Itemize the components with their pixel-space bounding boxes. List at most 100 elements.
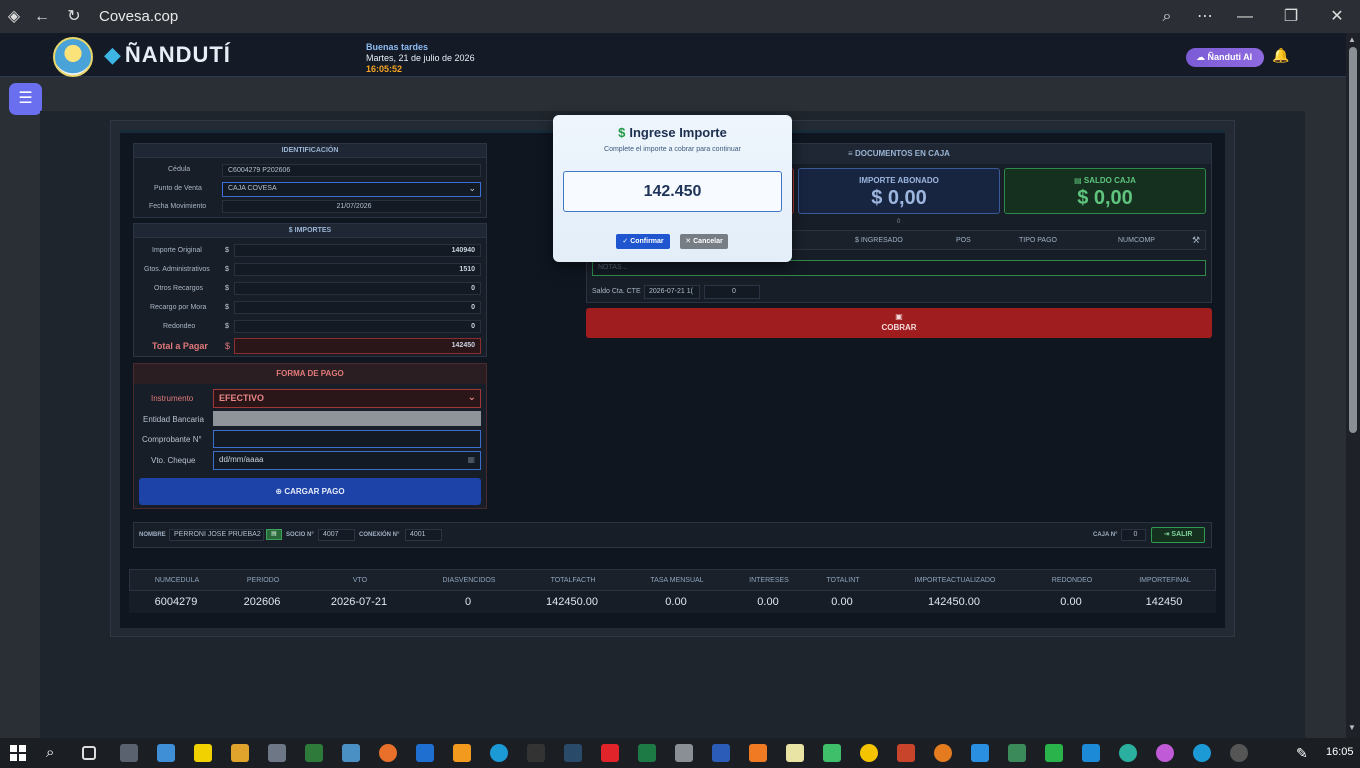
fecha-field[interactable]: 21/07/2026 [222,200,481,213]
outlook-icon[interactable] [416,744,434,762]
reload-icon[interactable]: ↻ [64,7,84,27]
scroll-up-icon[interactable]: ▲ [1348,35,1356,44]
punto-venta-select[interactable]: CAJA COVESA ⌄ [222,182,481,197]
importe-original-field[interactable]: 140940 [234,244,481,257]
app-icon-17[interactable] [1230,744,1248,762]
comprobante-field[interactable] [213,430,481,448]
vscode-icon[interactable] [971,744,989,762]
app-icon-3[interactable] [194,744,212,762]
more-icon[interactable]: ⋯ [1195,7,1215,27]
cancel-button[interactable]: ✕ Cancelar [680,234,728,249]
redondeo-field[interactable]: 0 [234,320,481,333]
gtos-admin-field[interactable]: 1510 [234,263,481,276]
saldo-cte-value-field[interactable]: 0 [704,285,760,299]
maximize-icon[interactable]: ❐ [1281,7,1301,27]
cell-importeactualizado: 142450.00 [928,596,980,608]
edge-icon-2[interactable] [1193,744,1211,762]
entidad-label: Entidad Bancaria [143,415,204,424]
powerpoint-icon[interactable] [897,744,915,762]
app-icon-11[interactable] [860,744,878,762]
currency-symbol: $ [225,247,229,254]
back-icon[interactable]: ← [32,7,52,27]
calendar-icon[interactable]: ▦ [467,452,475,468]
vto-cheque-field[interactable]: dd/mm/aaaa ▦ [213,451,481,470]
confirm-button[interactable]: ✓ Confirmar [616,234,670,249]
importe-abonado-card: IMPORTE ABONADO $ 0,00 [798,168,1000,214]
windows-start-icon[interactable] [10,745,26,761]
cedula-field[interactable]: C6004279 P202606 [222,164,481,177]
bell-icon[interactable]: 🔔 [1272,47,1289,64]
recargo-mora-field[interactable]: 0 [234,301,481,314]
col-ingresado: $ INGRESADO [855,237,903,244]
app-icon-15[interactable] [1119,744,1137,762]
conexion-label: CONEXIÓN N° [359,532,400,538]
entidad-select[interactable] [213,411,481,426]
cobrar-button[interactable]: ▣ COBRAR [586,308,1212,338]
notas-field[interactable]: NOTAS... [592,260,1206,276]
pen-icon[interactable]: ✎ [1296,744,1314,762]
settings-icon[interactable]: ⚒ [1192,235,1200,246]
salir-button[interactable]: ⇥ SALIR [1151,527,1205,543]
file-explorer-icon[interactable] [231,744,249,762]
app-icon-4[interactable] [305,744,323,762]
cash-icon: ▣ [895,312,903,321]
youtube-icon[interactable] [601,744,619,762]
word-icon[interactable] [712,744,730,762]
cell-periodo: 202606 [243,596,281,608]
nombre-field[interactable]: PERRONI JOSE PRUEBA2 [169,529,264,541]
cargar-pago-button[interactable]: ⊕ CARGAR PAGO [139,478,481,505]
cell-importefinal: 142450 [1145,596,1183,608]
notepad-icon[interactable] [786,744,804,762]
otros-recargos-field[interactable]: 0 [234,282,481,295]
modal-subtitle: Complete el importe a cobrar para contin… [604,146,741,153]
recargo-mora-label: Recargo por Mora [150,304,207,311]
punto-venta-value: CAJA COVESA [228,185,277,192]
ai-label: Ñanduti AI [1207,52,1253,62]
whatsapp-icon[interactable] [1045,744,1063,762]
client-card-icon[interactable]: ▤ [266,529,282,540]
ai-button[interactable]: ☁ Ñanduti AI [1186,48,1264,67]
task-view-icon[interactable] [82,746,96,760]
app-icon-1[interactable] [120,744,138,762]
saldo-cte-date-field[interactable]: 2026-07-21 1( [644,285,700,299]
app-icon-9[interactable] [749,744,767,762]
zoom-icon[interactable]: ⌕ [1157,7,1177,27]
app-logo-icon: ◈ [7,8,21,25]
app-icon-14[interactable] [1082,744,1100,762]
calculator-icon[interactable] [268,744,286,762]
scroll-down-icon[interactable]: ▼ [1348,723,1356,732]
instrumento-select[interactable]: EFECTIVO ⌄ [213,389,481,408]
forma-pago-title: FORMA DE PAGO [134,364,486,384]
salir-label: SALIR [1171,531,1193,538]
cedula-label: Cédula [168,166,191,173]
app-icon-12[interactable] [934,744,952,762]
app-icon-6[interactable] [527,744,545,762]
covesa-app-icon[interactable] [342,744,360,762]
conexion-field[interactable]: 4001 [405,529,442,541]
scrollbar[interactable]: ▲ ▼ [1346,33,1360,738]
app-icon-5[interactable] [453,744,471,762]
menu-icon[interactable]: ☰ [9,83,42,115]
minimize-icon[interactable]: — [1235,7,1255,27]
app-icon-8[interactable] [675,744,693,762]
search-icon[interactable]: ⌕ [46,744,64,762]
amount-input[interactable]: 142.450 [563,171,782,212]
app-icon-13[interactable] [1008,744,1026,762]
notas-placeholder: NOTAS... [598,264,628,271]
app-icon-2[interactable] [157,744,175,762]
excel-icon[interactable] [638,744,656,762]
close-icon[interactable]: ✕ [1327,7,1347,27]
taskbar: ⌕ ✎ 16:05 [0,738,1360,768]
caja-field[interactable]: 0 [1121,529,1146,541]
scrollbar-thumb[interactable] [1349,47,1357,433]
cell-totalfacth: 142450.00 [546,596,598,608]
app-icon-10[interactable] [823,744,841,762]
table-row[interactable]: 6004279 202606 2026-07-21 0 142450.00 0.… [129,591,1216,613]
app-icon-16[interactable] [1156,744,1174,762]
socio-field[interactable]: 4007 [318,529,355,541]
importe-original-label: Importe Original [152,247,202,254]
app-icon-7[interactable] [564,744,582,762]
edge-icon[interactable] [490,744,508,762]
firefox-icon[interactable] [379,744,397,762]
cell-intereses: 0.00 [757,596,779,608]
